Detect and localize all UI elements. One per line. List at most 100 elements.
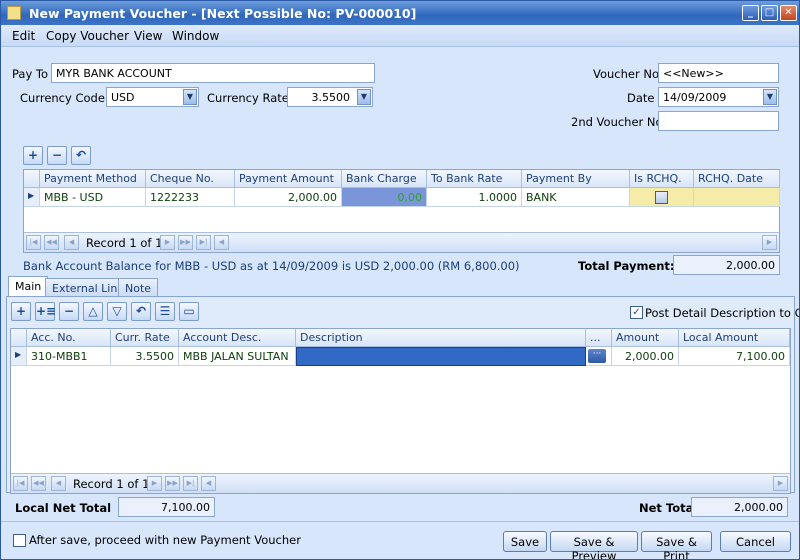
minimize-icon[interactable]: _ [742,5,759,21]
is-rchq-checkbox[interactable] [655,191,668,204]
tab-note[interactable]: Note [118,278,159,297]
first-record-icon[interactable]: |◀ [13,476,28,491]
amount-cell[interactable]: 2,000.00 [612,347,679,366]
prev-record-icon[interactable]: ◀ [64,235,79,250]
account-desc-cell[interactable]: MBB JALAN SULTAN [179,347,296,366]
payment-amount-cell[interactable]: 2,000.00 [235,188,342,207]
column-header[interactable]: Payment By [522,170,630,188]
maximize-icon[interactable]: □ [761,5,778,21]
acc-no-cell[interactable]: 310-MBB1 [27,347,111,366]
net-total-label: Net Total [639,501,698,515]
undo-icon[interactable]: ↶ [131,302,151,321]
after-save-checkbox[interactable] [13,534,26,547]
last-record-icon[interactable]: ▶| [183,476,198,491]
description-cell[interactable] [296,347,586,366]
main-tab-panel: + +≡ − △ ▽ ↶ ☰ ▭ ✓ Post Detail Descripti… [6,296,799,494]
cheque-no-cell[interactable]: 1222233 [146,188,235,207]
column-header[interactable]: Curr. Rate [111,329,179,347]
first-record-icon[interactable]: |◀ [26,235,41,250]
payment-voucher-window: New Payment Voucher - [Next Possible No:… [0,0,800,560]
ellipsis-cell[interactable]: ··· [586,347,612,366]
chevron-down-icon[interactable]: ▼ [357,89,371,105]
next-page-icon[interactable]: ▶▶ [178,235,193,250]
close-icon[interactable]: ✕ [780,5,797,21]
prev-record-icon[interactable]: ◀ [51,476,66,491]
record-counter: Record 1 of 1 [73,477,150,491]
currency-rate-label: Currency Rate: [207,91,293,105]
post-detail-label: Post Detail Description to G/L [645,306,800,320]
curr-rate-cell[interactable]: 3.5500 [111,347,179,366]
menu-view[interactable]: View [134,29,162,43]
column-header[interactable]: Payment Amount [235,170,342,188]
undo-icon[interactable]: ↶ [71,146,91,165]
to-bank-rate-cell[interactable]: 1.0000 [427,188,522,207]
next-record-icon[interactable]: ▶ [160,235,175,250]
rchq-date-cell[interactable] [694,188,780,207]
row-selector-icon[interactable]: ▶ [24,188,40,207]
column-header[interactable]: Payment Method [40,170,146,188]
column-header[interactable]: To Bank Rate [427,170,522,188]
post-detail-checkbox[interactable]: ✓ [630,306,643,319]
remove-icon[interactable]: − [59,302,79,321]
column-header[interactable]: Description [296,329,586,347]
detail-grid-navigator: |◀ ◀◀ ◀ Record 1 of 1 ▶ ▶▶ ▶| ◀ ▶ [11,473,790,493]
more-icon[interactable]: ··· [588,349,606,363]
add-icon[interactable]: + [23,146,43,165]
column-header[interactable]: Bank Charge [342,170,427,188]
chevron-down-icon[interactable]: ▼ [183,89,197,105]
column-header[interactable]: Local Amount [679,329,790,347]
scroll-right-icon[interactable]: ▶ [773,476,788,491]
column-header[interactable]: Acc. No. [27,329,111,347]
next-record-icon[interactable]: ▶ [147,476,162,491]
menu-window[interactable]: Window [172,29,219,43]
bank-charge-cell[interactable]: 0.00 [342,188,427,207]
pay-to-field[interactable]: MYR BANK ACCOUNT [51,63,375,83]
total-payment-label: Total Payment: [578,259,675,273]
date-field[interactable]: 14/09/2009 ▼ [658,87,779,107]
save-print-button[interactable]: Save & Print [641,531,712,559]
tab-main[interactable]: Main [8,276,49,297]
scroll-left-icon[interactable]: ◀ [214,235,229,250]
voucher-no-field[interactable]: <<New>> [658,63,779,83]
payment-by-cell[interactable]: BANK [522,188,630,207]
column-header[interactable]: Is RCHQ. [630,170,694,188]
remove-icon[interactable]: − [47,146,67,165]
column-header[interactable]: RCHQ. Date [694,170,780,188]
currency-code-label: Currency Code: [20,91,109,105]
app-icon [7,6,21,20]
cancel-button[interactable]: Cancel [720,531,791,552]
move-down-icon[interactable]: ▽ [107,302,127,321]
save-preview-button[interactable]: Save & Preview [550,531,638,559]
date-label: Date [627,91,655,105]
chevron-down-icon[interactable]: ▼ [763,89,777,105]
prev-page-icon[interactable]: ◀◀ [31,476,46,491]
column-header[interactable]: ... [586,329,612,347]
menu-copy-voucher[interactable]: Copy Voucher [46,29,129,43]
currency-code-select[interactable]: USD ▼ [106,87,199,107]
currency-rate-field[interactable]: 3.5500 ▼ [287,87,373,107]
detail-icon[interactable]: ▭ [179,302,199,321]
record-counter: Record 1 of 1 [86,236,163,250]
row-selector-icon[interactable]: ▶ [11,347,27,366]
payment-method-cell[interactable]: MBB - USD [40,188,146,207]
list-icon[interactable]: ☰ [155,302,175,321]
menu-bar: Edit Copy Voucher View Window [1,25,799,47]
save-button[interactable]: Save [503,531,547,552]
column-header[interactable]: Amount [612,329,679,347]
last-record-icon[interactable]: ▶| [196,235,211,250]
second-voucher-field[interactable] [658,111,779,131]
move-up-icon[interactable]: △ [83,302,103,321]
column-header[interactable]: Cheque No. [146,170,235,188]
menu-edit[interactable]: Edit [12,29,35,43]
scroll-right-icon[interactable]: ▶ [762,235,777,250]
local-amount-cell[interactable]: 7,100.00 [679,347,790,366]
row-header-corner [24,170,40,188]
window-title: New Payment Voucher - [Next Possible No:… [29,6,417,21]
next-page-icon[interactable]: ▶▶ [165,476,180,491]
is-rchq-cell[interactable] [630,188,694,207]
prev-page-icon[interactable]: ◀◀ [44,235,59,250]
scroll-left-icon[interactable]: ◀ [201,476,216,491]
insert-icon[interactable]: +≡ [35,302,56,321]
add-icon[interactable]: + [11,302,31,321]
column-header[interactable]: Account Desc. [179,329,296,347]
